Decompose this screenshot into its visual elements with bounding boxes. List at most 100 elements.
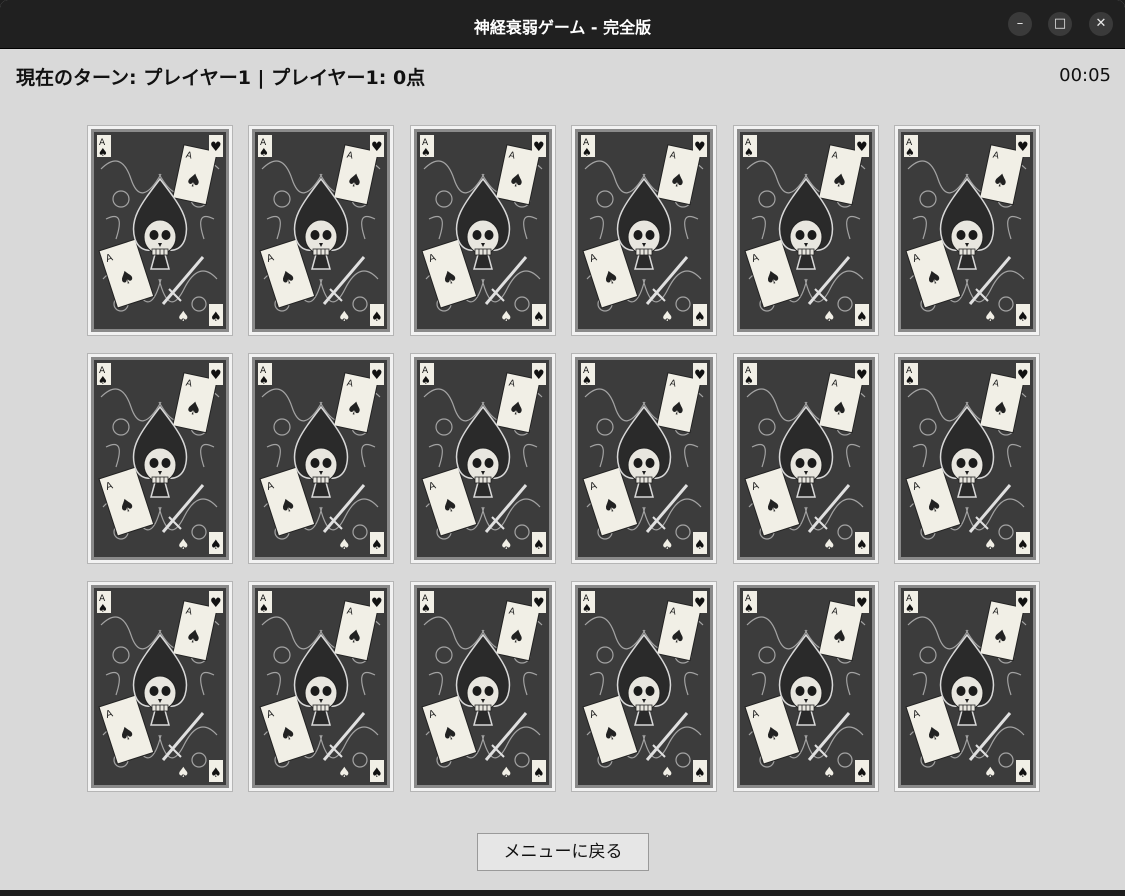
title-bar: 神経衰弱ゲーム - 完全版 – □ ✕ — [0, 0, 1125, 49]
card-back-image: A ♠ A ♠ A ♠ ♥ ♠ ♠ — [575, 357, 714, 560]
svg-text:♠: ♠ — [856, 766, 868, 781]
card-2-face-down[interactable]: A ♠ A ♠ A ♠ ♥ ♠ ♠ — [248, 125, 395, 336]
card-17-face-down[interactable]: A ♠ A ♠ A ♠ ♥ ♠ ♠ — [732, 581, 879, 792]
svg-text:♠: ♠ — [856, 310, 868, 325]
card-back-image: A ♠ A ♠ A ♠ ♥ ♠ ♠ — [413, 585, 552, 788]
minimize-button[interactable]: – — [1008, 12, 1032, 36]
game-window: 神経衰弱ゲーム - 完全版 – □ ✕ 現在のターン: プレイヤー1 | プレイ… — [0, 0, 1125, 890]
svg-text:♠: ♠ — [905, 374, 915, 387]
svg-text:♠: ♠ — [210, 538, 222, 553]
card-13-face-down[interactable]: A ♠ A ♠ A ♠ ♥ ♠ ♠ — [87, 581, 233, 792]
svg-text:♠: ♠ — [371, 538, 383, 553]
card-10-face-down[interactable]: A ♠ A ♠ A ♠ ♥ ♠ ♠ — [571, 353, 718, 564]
svg-text:♥: ♥ — [694, 368, 706, 383]
card-12-face-down[interactable]: A ♠ A ♠ A ♠ ♥ ♠ ♠ — [893, 353, 1040, 564]
svg-text:♠: ♠ — [905, 602, 915, 615]
svg-text:♥: ♥ — [1017, 140, 1029, 155]
svg-text:♠: ♠ — [984, 309, 997, 325]
svg-text:♠: ♠ — [500, 309, 513, 325]
svg-text:♠: ♠ — [500, 765, 513, 781]
svg-text:♠: ♠ — [210, 310, 222, 325]
card-back-image: A ♠ A ♠ A ♠ ♥ ♠ ♠ — [91, 129, 229, 332]
svg-text:♠: ♠ — [371, 310, 383, 325]
card-back-image: A ♠ A ♠ A ♠ ♥ ♠ ♠ — [413, 357, 552, 560]
maximize-button[interactable]: □ — [1048, 12, 1072, 36]
svg-text:♠: ♠ — [582, 374, 592, 387]
svg-text:♠: ♠ — [823, 765, 836, 781]
svg-text:♥: ♥ — [1017, 368, 1029, 383]
svg-text:♠: ♠ — [984, 765, 997, 781]
card-back-image: A ♠ A ♠ A ♠ ♥ ♠ ♠ — [736, 357, 875, 560]
svg-text:♠: ♠ — [338, 309, 351, 325]
svg-text:♥: ♥ — [371, 140, 383, 155]
svg-text:♥: ♥ — [371, 596, 383, 611]
svg-text:♠: ♠ — [421, 146, 431, 159]
svg-text:♥: ♥ — [371, 368, 383, 383]
card-back-image: A ♠ A ♠ A ♠ ♥ ♠ ♠ — [736, 585, 875, 788]
card-grid: A ♠ A ♠ A ♠ ♥ ♠ ♠ A ♠ A ♠ A ♠ ♥ ♠ ♠ A ♠ … — [87, 125, 1040, 792]
svg-text:♠: ♠ — [259, 146, 269, 159]
close-button[interactable]: ✕ — [1089, 12, 1113, 36]
svg-text:♠: ♠ — [694, 538, 706, 553]
svg-text:♠: ♠ — [661, 765, 674, 781]
card-back-image: A ♠ A ♠ A ♠ ♥ ♠ ♠ — [575, 129, 714, 332]
svg-text:♥: ♥ — [210, 596, 222, 611]
svg-text:♠: ♠ — [210, 766, 222, 781]
svg-text:♥: ♥ — [1017, 596, 1029, 611]
svg-text:♠: ♠ — [177, 309, 190, 325]
svg-text:♠: ♠ — [371, 766, 383, 781]
svg-text:♠: ♠ — [98, 602, 108, 615]
turn-status: 現在のターン: プレイヤー1 | プレイヤー1: 0点 — [16, 67, 426, 89]
svg-text:♠: ♠ — [744, 146, 754, 159]
card-7-face-down[interactable]: A ♠ A ♠ A ♠ ♥ ♠ ♠ — [87, 353, 233, 564]
svg-text:♠: ♠ — [744, 374, 754, 387]
svg-text:♠: ♠ — [533, 538, 545, 553]
card-11-face-down[interactable]: A ♠ A ♠ A ♠ ♥ ♠ ♠ — [732, 353, 879, 564]
svg-text:♠: ♠ — [259, 602, 269, 615]
svg-text:♠: ♠ — [823, 537, 836, 553]
card-6-face-down[interactable]: A ♠ A ♠ A ♠ ♥ ♠ ♠ — [893, 125, 1040, 336]
svg-text:♠: ♠ — [661, 537, 674, 553]
card-3-face-down[interactable]: A ♠ A ♠ A ♠ ♥ ♠ ♠ — [409, 125, 556, 336]
svg-text:♠: ♠ — [177, 765, 190, 781]
svg-text:♠: ♠ — [661, 309, 674, 325]
card-back-image: A ♠ A ♠ A ♠ ♥ ♠ ♠ — [252, 585, 391, 788]
card-back-image: A ♠ A ♠ A ♠ ♥ ♠ ♠ — [736, 129, 875, 332]
svg-text:♠: ♠ — [338, 537, 351, 553]
svg-text:♠: ♠ — [694, 766, 706, 781]
card-9-face-down[interactable]: A ♠ A ♠ A ♠ ♥ ♠ ♠ — [409, 353, 556, 564]
card-1-face-down[interactable]: A ♠ A ♠ A ♠ ♥ ♠ ♠ — [87, 125, 233, 336]
svg-text:♠: ♠ — [694, 310, 706, 325]
svg-text:♠: ♠ — [259, 374, 269, 387]
card-back-image: A ♠ A ♠ A ♠ ♥ ♠ ♠ — [252, 357, 391, 560]
svg-text:♠: ♠ — [984, 537, 997, 553]
card-15-face-down[interactable]: A ♠ A ♠ A ♠ ♥ ♠ ♠ — [409, 581, 556, 792]
svg-text:♠: ♠ — [177, 537, 190, 553]
svg-text:♠: ♠ — [500, 537, 513, 553]
svg-text:♠: ♠ — [421, 374, 431, 387]
back-to-menu-button[interactable]: メニューに戻る — [477, 833, 649, 871]
svg-text:♥: ♥ — [856, 368, 868, 383]
svg-text:♠: ♠ — [856, 538, 868, 553]
svg-text:♠: ♠ — [1017, 310, 1029, 325]
svg-text:♥: ♥ — [533, 368, 545, 383]
card-back-image: A ♠ A ♠ A ♠ ♥ ♠ ♠ — [897, 357, 1036, 560]
card-18-face-down[interactable]: A ♠ A ♠ A ♠ ♥ ♠ ♠ — [893, 581, 1040, 792]
svg-text:♠: ♠ — [582, 146, 592, 159]
card-16-face-down[interactable]: A ♠ A ♠ A ♠ ♥ ♠ ♠ — [571, 581, 718, 792]
svg-text:♥: ♥ — [694, 596, 706, 611]
card-back-image: A ♠ A ♠ A ♠ ♥ ♠ ♠ — [91, 357, 229, 560]
card-8-face-down[interactable]: A ♠ A ♠ A ♠ ♥ ♠ ♠ — [248, 353, 395, 564]
card-back-image: A ♠ A ♠ A ♠ ♥ ♠ ♠ — [91, 585, 229, 788]
svg-text:♠: ♠ — [338, 765, 351, 781]
svg-text:♠: ♠ — [533, 310, 545, 325]
svg-text:♠: ♠ — [744, 602, 754, 615]
card-5-face-down[interactable]: A ♠ A ♠ A ♠ ♥ ♠ ♠ — [732, 125, 879, 336]
card-4-face-down[interactable]: A ♠ A ♠ A ♠ ♥ ♠ ♠ — [571, 125, 718, 336]
card-14-face-down[interactable]: A ♠ A ♠ A ♠ ♥ ♠ ♠ — [248, 581, 395, 792]
svg-text:♠: ♠ — [98, 374, 108, 387]
card-back-image: A ♠ A ♠ A ♠ ♥ ♠ ♠ — [897, 129, 1036, 332]
svg-text:♥: ♥ — [533, 140, 545, 155]
elapsed-timer: 00:05 — [1059, 65, 1111, 86]
svg-text:♥: ♥ — [694, 140, 706, 155]
